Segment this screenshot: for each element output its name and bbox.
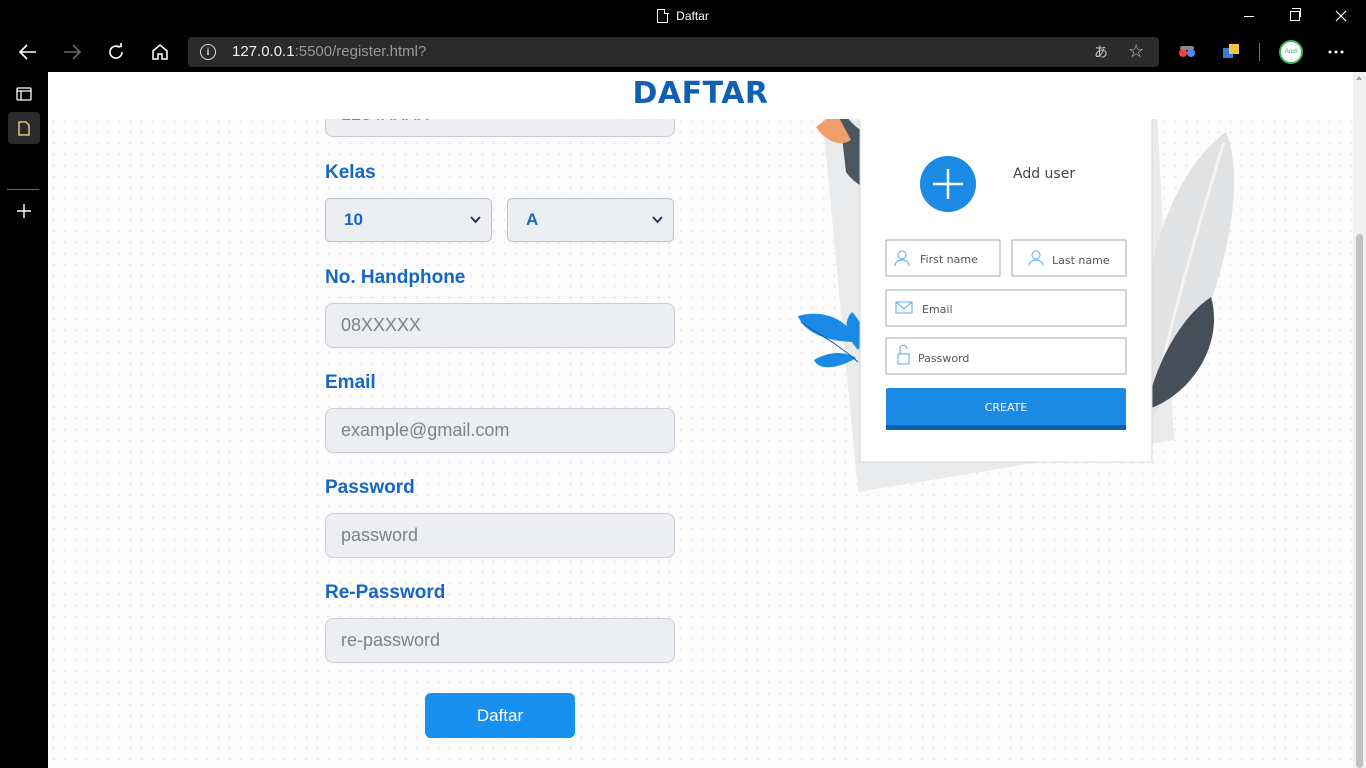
page-icon bbox=[657, 8, 669, 23]
svg-text:Last name: Last name bbox=[1052, 254, 1110, 267]
section-select[interactable]: A bbox=[507, 198, 674, 242]
page-scrollbar[interactable] bbox=[1353, 72, 1366, 768]
repassword-label: Re-Password bbox=[325, 582, 446, 603]
extension-button[interactable] bbox=[1171, 36, 1203, 68]
close-button[interactable] bbox=[1318, 0, 1364, 32]
back-button[interactable] bbox=[12, 36, 44, 68]
home-icon bbox=[152, 44, 168, 60]
tab-actions-button[interactable] bbox=[8, 78, 40, 110]
kelas-label: Kelas bbox=[325, 162, 376, 183]
password-label: Password bbox=[325, 477, 415, 498]
chevron-down-icon bbox=[652, 216, 663, 224]
translate-icon[interactable]: あ bbox=[1094, 42, 1108, 62]
svg-text:CREATE: CREATE bbox=[985, 401, 1028, 414]
svg-text:Email: Email bbox=[922, 303, 953, 316]
forward-button[interactable] bbox=[56, 36, 88, 68]
info-icon[interactable]: i bbox=[200, 44, 216, 60]
repassword-field[interactable]: re-password bbox=[325, 618, 675, 663]
window-titlebar: Daftar bbox=[0, 0, 1366, 32]
sidebar-divider bbox=[7, 189, 39, 190]
daftar-button[interactable]: Daftar bbox=[425, 693, 575, 738]
restore-button[interactable] bbox=[1272, 0, 1318, 32]
window-title: Daftar bbox=[0, 0, 1366, 32]
scrollbar-thumb[interactable] bbox=[1356, 234, 1363, 768]
password-field[interactable]: password bbox=[325, 513, 675, 558]
grade-select[interactable]: 10 bbox=[325, 198, 492, 242]
refresh-button[interactable] bbox=[100, 36, 132, 68]
phone-label: No. Handphone bbox=[325, 267, 466, 288]
forward-icon bbox=[64, 44, 81, 60]
svg-text:First name: First name bbox=[920, 253, 978, 266]
page-header: DAFTAR bbox=[48, 72, 1353, 119]
home-button[interactable] bbox=[144, 36, 176, 68]
vertical-tab-page-icon bbox=[18, 120, 30, 136]
profile-avatar[interactable]: Andi bbox=[1279, 40, 1303, 64]
more-button[interactable] bbox=[1320, 36, 1352, 68]
page-content: Add user First name Last name Email Pass… bbox=[48, 72, 1353, 768]
extension-icon bbox=[1179, 46, 1195, 57]
phone-field[interactable]: 08XXXXX bbox=[325, 303, 675, 348]
address-bar[interactable]: i 127.0.0.1:5500/register.html? あ ☆ bbox=[188, 37, 1159, 67]
browser-toolbar: i 127.0.0.1:5500/register.html? あ ☆ Andi bbox=[0, 32, 1366, 72]
new-tab-icon bbox=[17, 204, 31, 218]
vertical-tab-page[interactable] bbox=[8, 112, 40, 144]
email-label: Email bbox=[325, 372, 376, 393]
illustration-heading: Add user bbox=[1013, 166, 1075, 182]
refresh-icon bbox=[109, 43, 123, 59]
back-icon bbox=[19, 44, 36, 60]
more-icon bbox=[1328, 50, 1344, 54]
new-tab-button[interactable] bbox=[8, 195, 40, 227]
close-icon bbox=[1335, 10, 1347, 22]
email-field[interactable]: example@gmail.com bbox=[325, 408, 675, 453]
toolbar-divider bbox=[1259, 43, 1260, 61]
collections-icon bbox=[1223, 44, 1239, 58]
url-text[interactable]: 127.0.0.1:5500/register.html? bbox=[232, 43, 426, 60]
add-user-illustration: Add user First name Last name Email Pass… bbox=[798, 72, 1235, 492]
scroll-up-arrow[interactable] bbox=[1356, 76, 1362, 80]
window-title-text: Daftar bbox=[676, 9, 709, 23]
page-title: DAFTAR bbox=[632, 76, 769, 111]
favorite-add-icon[interactable]: ☆ bbox=[1128, 41, 1144, 62]
tab-actions-icon bbox=[16, 87, 32, 101]
minimize-button[interactable] bbox=[1226, 0, 1272, 32]
collections-button[interactable] bbox=[1215, 36, 1247, 68]
vertical-tabs-sidebar bbox=[0, 72, 48, 768]
chevron-down-icon bbox=[470, 216, 481, 224]
svg-text:Password: Password bbox=[918, 352, 969, 365]
